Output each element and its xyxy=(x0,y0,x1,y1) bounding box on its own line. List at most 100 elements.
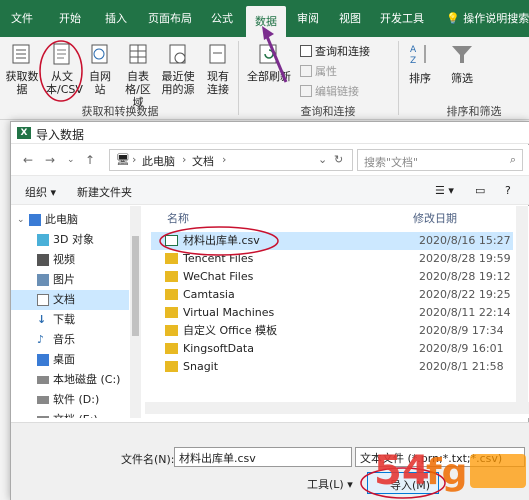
properties-button[interactable]: 属性 xyxy=(300,63,337,79)
tab-home[interactable]: 开始 xyxy=(50,0,90,37)
get-data-icon xyxy=(12,44,30,64)
file-row-folder[interactable]: 自定义 Office 模板 2020/8/9 17:34 xyxy=(151,322,513,340)
nav-item-drive-c[interactable]: 本地磁盘 (C:) xyxy=(11,370,129,390)
navigation-bar: ← → ⌄ ↑ 🖥 › 此电脑 › 文档 › ⌄ ↻ 搜索"文档" ⌕ xyxy=(11,145,529,175)
chevron-right-icon: › xyxy=(182,153,187,166)
chevron-down-icon: ⌄ xyxy=(17,215,25,225)
svg-text:Z: Z xyxy=(410,56,416,66)
tools-button[interactable]: 工具(L) ▾ xyxy=(307,476,353,492)
nav-item-3d-objects[interactable]: 3D 对象 xyxy=(11,230,129,250)
file-row-folder[interactable]: Camtasia 2020/8/22 19:25 xyxy=(151,286,513,304)
file-row-folder[interactable]: Snagit 2020/8/1 21:58 xyxy=(151,358,513,376)
cube-icon xyxy=(37,234,49,246)
file-row-folder[interactable]: Virtual Machines 2020/8/11 22:14 xyxy=(151,304,513,322)
address-bar[interactable]: 🖥 › 此电脑 › 文档 › ⌄ ↻ xyxy=(109,149,353,171)
organize-button[interactable]: 组织 ▾ xyxy=(25,184,56,200)
scrollbar-thumb[interactable] xyxy=(132,236,139,336)
recent-dropdown-icon[interactable]: ⌄ xyxy=(67,155,75,165)
filter-button[interactable]: 筛选 xyxy=(446,41,478,85)
computer-icon xyxy=(29,214,41,226)
help-icon[interactable]: ? xyxy=(505,184,511,197)
search-icon: ⌕ xyxy=(509,153,516,166)
tab-insert[interactable]: 插入 xyxy=(96,0,136,37)
sort-button[interactable]: AZ 排序 xyxy=(404,41,436,85)
new-folder-button[interactable]: 新建文件夹 xyxy=(77,184,132,200)
column-header-modified[interactable]: 修改日期 xyxy=(413,210,457,226)
music-icon: ♪ xyxy=(37,333,45,346)
folder-icon xyxy=(165,307,178,318)
get-data-button[interactable]: 获取数据 xyxy=(4,41,40,96)
breadcrumb-documents[interactable]: 文档 xyxy=(192,153,214,169)
annotation-circle-ribbon xyxy=(39,40,83,102)
nav-pane-scrollbar[interactable] xyxy=(130,206,141,418)
existing-connections-button[interactable]: 现有连接 xyxy=(204,41,232,96)
tell-me-search[interactable]: 💡 操作说明搜索 xyxy=(446,0,529,37)
nav-item-pictures[interactable]: 图片 xyxy=(11,270,129,290)
existing-connection-icon xyxy=(209,44,226,64)
nav-item-music[interactable]: ♪ 音乐 xyxy=(11,330,129,350)
dialog-title: 导入数据 xyxy=(36,128,85,142)
nav-item-documents[interactable]: 文档 xyxy=(11,290,129,310)
folder-icon xyxy=(165,289,178,300)
file-list-scrollbar[interactable] xyxy=(516,206,528,402)
tab-file[interactable]: 文件 xyxy=(4,0,40,37)
file-row-folder[interactable]: WeChat Files 2020/8/28 19:12 xyxy=(151,268,513,286)
table-icon xyxy=(129,44,147,64)
chevron-right-icon: › xyxy=(132,153,137,166)
ribbon-separator xyxy=(398,41,399,115)
drive-icon xyxy=(37,376,49,384)
folder-icon xyxy=(165,325,178,336)
forward-arrow-icon[interactable]: → xyxy=(45,153,55,167)
recent-icon xyxy=(169,44,186,64)
ribbon-separator xyxy=(238,41,239,115)
nav-item-downloads[interactable]: ↓ 下载 xyxy=(11,310,129,330)
nav-item-desktop[interactable]: 桌面 xyxy=(11,350,129,370)
download-icon: ↓ xyxy=(37,313,47,326)
pc-icon: 🖥 xyxy=(116,153,130,166)
annotation-arrow xyxy=(262,26,288,83)
picture-icon xyxy=(37,274,49,286)
tab-view[interactable]: 视图 xyxy=(334,0,366,37)
queries-connections-button[interactable]: 查询和连接 xyxy=(300,43,370,59)
filename-input[interactable]: 材料出库单.csv xyxy=(174,447,352,467)
nav-item-drive-e[interactable]: 文档 (E:) xyxy=(11,410,129,418)
properties-icon xyxy=(300,65,312,77)
folder-icon xyxy=(165,271,178,282)
nav-item-videos[interactable]: 视频 xyxy=(11,250,129,270)
svg-text:54: 54 xyxy=(374,448,430,494)
recent-sources-button[interactable]: 最近使用的源 xyxy=(158,41,198,96)
search-box[interactable]: 搜索"文档" ⌕ xyxy=(357,149,523,171)
annotation-circle-file xyxy=(159,226,279,256)
tab-formulas[interactable]: 公式 xyxy=(202,0,242,37)
from-table-button[interactable]: 自表格/区域 xyxy=(118,41,158,109)
nav-item-drive-d[interactable]: 软件 (D:) xyxy=(11,390,129,410)
edit-links-button[interactable]: 编辑链接 xyxy=(300,83,359,99)
from-web-button[interactable]: 自网站 xyxy=(86,41,114,96)
chevron-down-icon[interactable]: ⌄ xyxy=(318,153,327,166)
tab-page-layout[interactable]: 页面布局 xyxy=(142,0,198,37)
lightbulb-icon: 💡 xyxy=(446,12,460,25)
drive-icon xyxy=(37,396,49,404)
tab-developer[interactable]: 开发工具 xyxy=(374,0,430,37)
document-icon xyxy=(37,294,49,306)
folder-icon xyxy=(165,343,178,354)
file-row-folder[interactable]: KingsoftData 2020/8/9 16:01 xyxy=(151,340,513,358)
svg-text:A: A xyxy=(410,45,417,55)
edit-links-icon xyxy=(300,85,312,97)
refresh-icon[interactable]: ↻ xyxy=(334,153,343,166)
tab-review[interactable]: 审阅 xyxy=(292,0,324,37)
view-options-icon[interactable]: ☰ ▾ xyxy=(435,184,454,197)
up-arrow-icon[interactable]: ↑ xyxy=(85,153,95,167)
group-label-sort-filter: 排序和筛选 xyxy=(446,105,502,118)
breadcrumb-pc[interactable]: 此电脑 xyxy=(142,153,175,169)
back-arrow-icon[interactable]: ← xyxy=(23,153,33,167)
group-label-queries: 查询和连接 xyxy=(300,105,356,118)
watermark-logo: 54 fg xyxy=(374,448,526,494)
preview-pane-icon[interactable]: ▭ xyxy=(475,184,485,197)
file-list-h-scrollbar[interactable] xyxy=(145,402,529,414)
desktop-icon xyxy=(37,354,49,366)
dialog-title-bar: X 导入数据 xyxy=(11,122,529,144)
svg-text:fg: fg xyxy=(426,452,467,493)
file-list: 名称 修改日期 材料出库单.csv 2020/8/16 15:27 Tencen… xyxy=(145,206,529,418)
nav-item-this-pc[interactable]: ⌄ 此电脑 xyxy=(11,210,129,230)
